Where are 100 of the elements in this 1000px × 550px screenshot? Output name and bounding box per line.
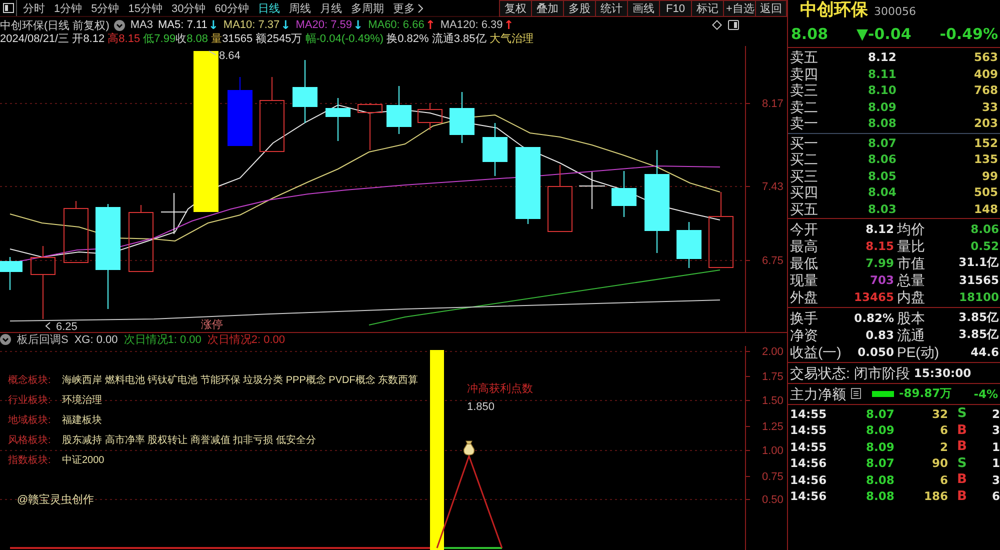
peak-label: 冲高获利点数 — [467, 383, 533, 395]
stat-value: 8.06 — [970, 222, 999, 236]
stat-label: 最高 — [790, 238, 818, 254]
net-flow-percent: -4% — [974, 386, 999, 400]
chevron-right-icon — [418, 4, 423, 12]
trend-arrow: ↑ — [425, 18, 436, 32]
diamond-icon[interactable] — [712, 20, 722, 30]
toolbar-button[interactable]: 复权 — [499, 0, 531, 17]
stat-value: 31565 — [958, 273, 999, 288]
indicator-axis-label: 2.00 — [762, 346, 784, 358]
trade-side: B — [956, 488, 968, 504]
sector-list-text: 海峡西岸 燃料电池 钙钛矿电池 节能环保 垃圾分类 PPP概念 PVDF概念 东数西算 — [62, 374, 418, 387]
order-price: 8.08 — [868, 116, 898, 130]
timeframe-tab[interactable]: 多周期 — [347, 0, 388, 16]
dropdown-icon[interactable] — [0, 334, 11, 345]
ma-legend-text: MA60: 6.66 — [368, 19, 424, 31]
status-value: 闭市阶段 — [854, 364, 910, 380]
peak-value: 1.850 — [467, 401, 495, 413]
candlestick — [160, 192, 188, 234]
toolbar-button[interactable]: 返回 — [755, 0, 787, 17]
candlestick — [386, 86, 412, 134]
timeframe-tab[interactable]: 分时 — [19, 0, 49, 16]
timeframe-tab[interactable]: 1分钟 — [50, 0, 86, 16]
candlestick — [450, 92, 474, 144]
panel-toggle-icon[interactable] — [0, 0, 17, 16]
order-level-label: 买二 — [790, 151, 819, 168]
timeframe-tab[interactable]: 更多 — [389, 0, 427, 16]
indicator-name: 板后回调S — [17, 333, 68, 347]
ma-legend-text: MA3 — [130, 19, 154, 31]
tick-count: 3 — [990, 472, 1000, 487]
toolbar-button[interactable]: F10 — [659, 0, 691, 17]
stat-label: 流通 — [897, 326, 925, 343]
stat-label: 内盘 — [897, 289, 925, 306]
timeframe-tab[interactable]: 30分钟 — [168, 0, 210, 16]
price-axis-label: 6.75 — [762, 255, 784, 267]
order-volume: 135 — [972, 152, 999, 166]
ma-legend-text: MA5: 7.11 — [158, 19, 208, 31]
timeframe-tab[interactable]: 周线 — [285, 0, 315, 16]
timeframe-tab[interactable]: 5分钟 — [87, 0, 124, 16]
order-price: 8.07 — [868, 136, 898, 150]
toolbar-button[interactable]: 画线 — [627, 0, 659, 17]
candlestick — [292, 60, 318, 124]
trend-arrow: ↑ — [504, 18, 514, 32]
candlestick — [676, 222, 702, 268]
tick-price: 8.07 — [866, 406, 896, 421]
stat-value: 3.85亿 — [958, 310, 999, 326]
indicator-value: 次日情况2: 0.00 — [207, 333, 286, 347]
tick-price: 8.07 — [866, 456, 896, 470]
trend-arrow: ↓ — [280, 18, 291, 32]
timeframe-tab[interactable]: 60分钟 — [210, 0, 253, 16]
layout-icon[interactable] — [728, 20, 739, 30]
baseline — [444, 547, 502, 549]
tick-volume: 90 — [930, 456, 949, 470]
timeframe-tab[interactable]: 日线 — [254, 0, 284, 16]
toolbar-button[interactable]: +自选 — [723, 0, 755, 17]
candlestick — [0, 256, 22, 290]
flow-bar-icon — [872, 390, 894, 396]
stat-value: 8.12 — [866, 222, 894, 236]
quote-summary-text: 2024/08/21/三 开8.12 高8.15 低7.99收8.08 量31565 额2545万 幅-0.04(-0.49%) 换0.82% 流通3.85亿 大气治理 — [0, 33, 534, 46]
order-volume: 409 — [972, 66, 999, 81]
list-icon[interactable] — [851, 388, 861, 399]
order-volume: 33 — [980, 100, 999, 114]
stat-label: 最低 — [790, 254, 818, 271]
order-volume: 563 — [972, 50, 999, 64]
toolbar-button[interactable]: 统计 — [595, 0, 627, 17]
toolbar-button[interactable]: 叠加 — [531, 0, 563, 17]
stat-value: 18100 — [958, 290, 999, 304]
toolbar-button[interactable]: 标记 — [691, 0, 723, 17]
trend-arrow: ↓ — [353, 18, 364, 32]
stock-name: 中创环保 — [800, 0, 868, 20]
order-level-label: 买一 — [790, 134, 819, 151]
stat-value: 3.85亿 — [958, 327, 999, 342]
order-volume: 203 — [972, 116, 999, 130]
trade-side: B — [956, 439, 968, 454]
net-flow-value: -89.87万 — [899, 386, 952, 401]
stat-label: PE(动) — [897, 344, 939, 360]
sector-list-text: 中证2000 — [62, 454, 104, 467]
tick-price: 8.08 — [866, 472, 896, 487]
timeframe-tab[interactable]: 15分钟 — [124, 0, 166, 16]
stat-label: 量比 — [897, 238, 925, 254]
toolbar-button[interactable]: 多股 — [563, 0, 595, 17]
sector-list-text: 股东减持 高市净率 股权转让 商誉减值 扣非亏损 低安全分 — [62, 434, 316, 447]
order-level-label: 卖五 — [790, 49, 819, 66]
price-axis-label: 8.17 — [762, 98, 784, 110]
chevron-left-icon — [45, 322, 50, 330]
tick-time: 14:56 — [790, 456, 828, 470]
stat-value: 44.6 — [970, 344, 999, 359]
stat-label: 现量 — [790, 272, 818, 288]
stat-value: 8.15 — [866, 238, 894, 253]
tick-volume: 32 — [930, 406, 949, 421]
trend-arrow: ↓ — [208, 18, 218, 32]
order-level-label: 卖三 — [790, 82, 819, 98]
dropdown-icon[interactable] — [114, 20, 126, 30]
candlestick — [578, 172, 606, 210]
stat-value: 0.82% — [854, 310, 894, 325]
indicator-axis-label: 1.50 — [762, 395, 784, 407]
timeframe-tab[interactable]: 月线 — [316, 0, 346, 16]
limit-up-label: 涨停 — [201, 319, 223, 331]
tick-time: 14:56 — [790, 472, 828, 487]
order-volume: 99 — [980, 168, 999, 183]
